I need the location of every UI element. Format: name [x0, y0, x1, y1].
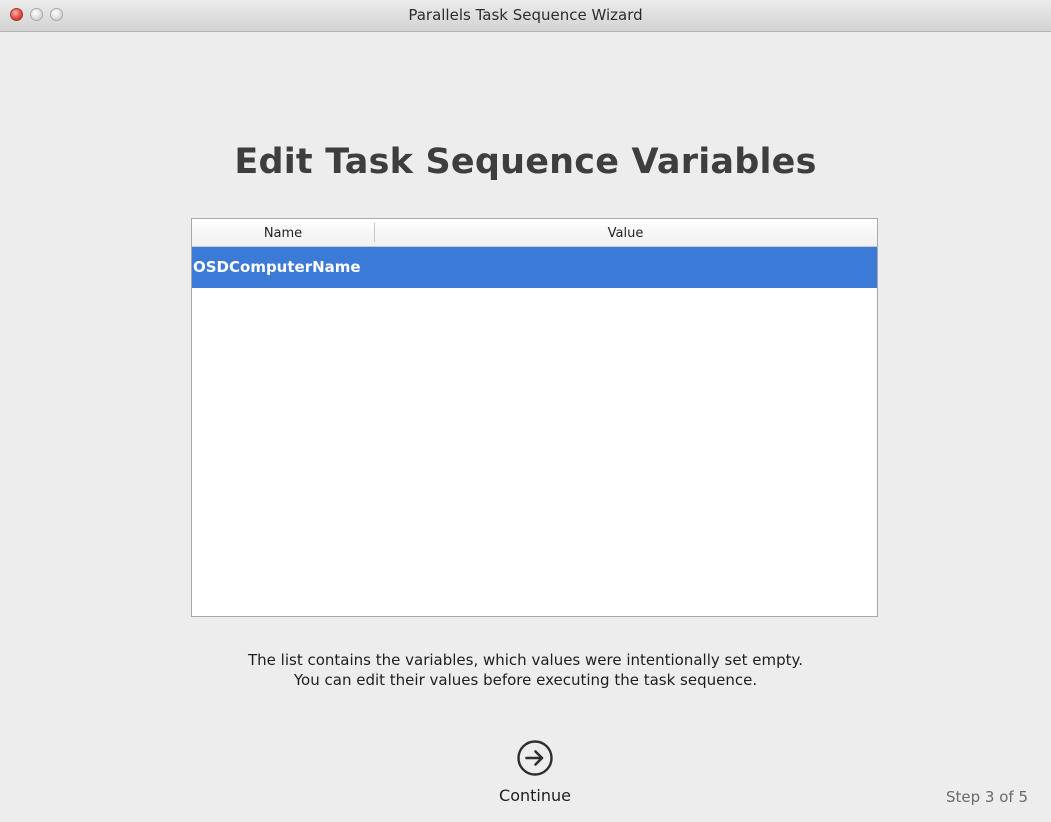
continue-button[interactable]: Continue	[485, 738, 585, 808]
table-header: Name Value	[192, 219, 877, 247]
description-line-2: You can edit their values before executi…	[293, 671, 758, 689]
title-bar[interactable]: Parallels Task Sequence Wizard	[0, 0, 1051, 32]
variable-value-cell[interactable]	[375, 247, 875, 288]
continue-label[interactable]: Continue	[485, 786, 585, 805]
arrow-right-circle-icon[interactable]	[515, 738, 555, 778]
column-header-name[interactable]: Name	[192, 219, 374, 246]
step-indicator: Step 3 of 5	[945, 788, 1028, 806]
description-line-1: The list contains the variables, which v…	[248, 651, 803, 669]
column-header-value[interactable]: Value	[374, 219, 877, 246]
page-title: Edit Task Sequence Variables	[234, 142, 817, 182]
wizard-window: Parallels Task Sequence Wizard Edit Task…	[0, 0, 1051, 822]
variable-name-cell[interactable]: OSDComputerName	[193, 247, 373, 288]
variables-table[interactable]: Name Value OSDComputerName	[191, 218, 878, 617]
window-title: Parallels Task Sequence Wizard	[408, 6, 643, 24]
description-text: The list contains the variables, which v…	[0, 650, 1051, 690]
table-row[interactable]: OSDComputerName	[192, 247, 877, 288]
